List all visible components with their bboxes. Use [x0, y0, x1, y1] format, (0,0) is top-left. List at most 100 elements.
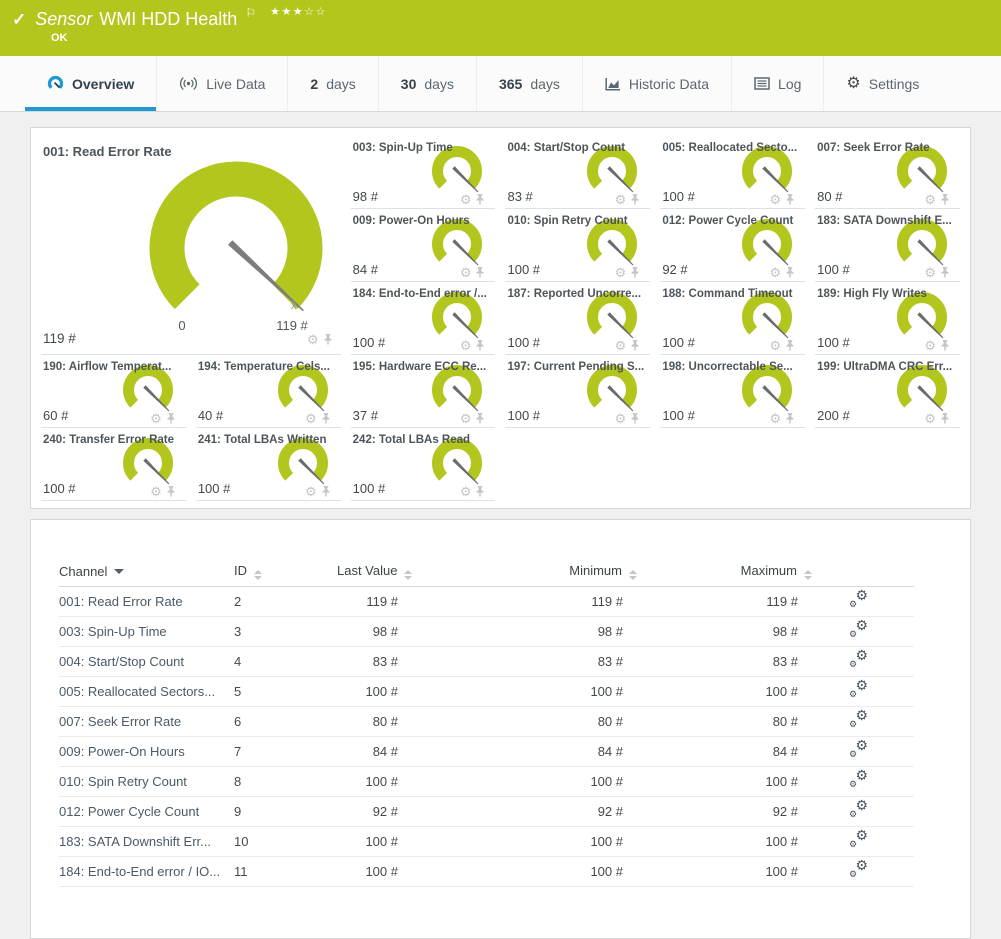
gear-icon[interactable]: ⚙	[615, 266, 627, 279]
tab-historic-data[interactable]: Historic Data	[582, 56, 731, 111]
tab-log[interactable]: Log	[731, 56, 823, 111]
gear-icon[interactable]: ⚙	[150, 485, 162, 498]
tab-30-days[interactable]: 30 days	[378, 56, 476, 111]
channel-gauge-cell: 190: Airflow Temperat... 60 # ⚙	[41, 355, 186, 428]
pin-icon[interactable]	[166, 412, 176, 425]
gear-icon[interactable]: ⚙	[770, 193, 782, 206]
channel-link[interactable]: 183: SATA Downshift Err...	[59, 826, 234, 856]
pin-icon[interactable]	[940, 339, 950, 352]
pin-icon[interactable]	[785, 266, 795, 279]
column-header-minimum[interactable]: Minimum	[412, 558, 637, 586]
pin-icon[interactable]	[475, 339, 485, 352]
channel-gauge-cell: 197: Current Pending S... 100 # ⚙	[505, 355, 650, 428]
tab-2-days[interactable]: 2 days	[287, 56, 377, 111]
channel-gauge-title: 195: Hardware ECC Re...	[353, 361, 487, 373]
channel-settings-icon[interactable]: ⚙⚙	[849, 741, 868, 758]
channel-id: 8	[234, 766, 337, 796]
sort-icon	[804, 570, 812, 580]
channel-gauge-cell: 003: Spin-Up Time 98 # ⚙	[351, 136, 496, 209]
channel-link[interactable]: 009: Power-On Hours	[59, 736, 234, 766]
pin-icon[interactable]	[321, 485, 331, 498]
priority-stars[interactable]: ★★★☆☆	[270, 5, 327, 18]
gear-icon[interactable]: ⚙	[150, 412, 162, 425]
pin-icon[interactable]	[785, 339, 795, 352]
channel-settings-icon[interactable]: ⚙⚙	[849, 681, 868, 698]
pin-icon[interactable]	[630, 193, 640, 206]
pin-icon[interactable]	[475, 193, 485, 206]
gear-icon[interactable]: ⚙	[924, 412, 936, 425]
channel-settings-icon[interactable]: ⚙⚙	[849, 801, 868, 818]
channel-settings-icon[interactable]: ⚙⚙	[849, 621, 868, 638]
channel-link[interactable]: 004: Start/Stop Count	[59, 646, 234, 676]
pin-icon[interactable]	[475, 266, 485, 279]
channel-settings-icon[interactable]: ⚙⚙	[849, 651, 868, 668]
channel-link[interactable]: 010: Spin Retry Count	[59, 766, 234, 796]
gear-icon[interactable]: ⚙	[307, 333, 319, 346]
tab-365-days[interactable]: 365 days	[476, 56, 582, 111]
channel-link[interactable]: 184: End-to-End error / IO...	[59, 856, 234, 886]
gear-icon[interactable]: ⚙	[770, 266, 782, 279]
gear-icon[interactable]: ⚙	[924, 193, 936, 206]
pin-icon[interactable]	[475, 412, 485, 425]
gear-icon[interactable]: ⚙	[460, 412, 472, 425]
column-header-id[interactable]: ID	[234, 558, 337, 586]
tab-overview[interactable]: Overview	[25, 56, 156, 111]
channel-link[interactable]: 007: Seek Error Rate	[59, 706, 234, 736]
pin-icon[interactable]	[785, 193, 795, 206]
pin-icon[interactable]	[630, 412, 640, 425]
channel-settings-icon[interactable]: ⚙⚙	[849, 591, 868, 608]
channel-gauge-cell: 195: Hardware ECC Re... 37 # ⚙	[351, 355, 496, 428]
pin-icon[interactable]	[630, 339, 640, 352]
gear-icon[interactable]: ⚙	[770, 412, 782, 425]
gauges-panel: 001: Read Error Rate 0 119 # x̄ 119 # ⚙ …	[30, 127, 971, 509]
gear-icon[interactable]: ⚙	[924, 339, 936, 352]
channel-gauge-value: 200 #	[817, 408, 850, 423]
channel-link[interactable]: 001: Read Error Rate	[59, 586, 234, 616]
column-header-channel[interactable]: Channel	[59, 558, 234, 586]
last-value: 100 #	[337, 826, 412, 856]
channel-gauge-title: 188: Command Timeout	[662, 288, 792, 300]
channel-gauge-value: 119 #	[43, 331, 76, 346]
tab-live-data[interactable]: Live Data	[156, 56, 287, 111]
channel-gauge-value: 92 #	[662, 262, 687, 277]
gear-icon[interactable]: ⚙	[770, 339, 782, 352]
gear-icon[interactable]: ⚙	[615, 193, 627, 206]
gear-icon[interactable]: ⚙	[615, 339, 627, 352]
last-value: 98 #	[337, 616, 412, 646]
gear-icon[interactable]: ⚙	[305, 412, 317, 425]
pin-icon[interactable]	[323, 333, 333, 346]
gear-icon[interactable]: ⚙	[460, 193, 472, 206]
pin-icon[interactable]	[475, 485, 485, 498]
tab-settings[interactable]: ⚙ Settings	[823, 56, 941, 111]
pin-icon[interactable]	[940, 193, 950, 206]
channel-settings-icon[interactable]: ⚙⚙	[849, 861, 868, 878]
channel-link[interactable]: 005: Reallocated Sectors...	[59, 676, 234, 706]
gear-icon[interactable]: ⚙	[305, 485, 317, 498]
gear-icon[interactable]: ⚙	[460, 266, 472, 279]
last-value: 100 #	[337, 856, 412, 886]
column-header-last-value[interactable]: Last Value	[337, 558, 412, 586]
gear-icon[interactable]: ⚙	[924, 266, 936, 279]
channels-table: Channel ID Last Value Minimum Maximum 00…	[59, 558, 914, 887]
pin-icon[interactable]	[785, 412, 795, 425]
pin-icon[interactable]	[940, 266, 950, 279]
channel-gauge-value: 100 #	[662, 335, 695, 350]
channel-settings-icon[interactable]: ⚙⚙	[849, 831, 868, 848]
priority-flag-icon[interactable]: ⚐	[245, 6, 256, 20]
channel-link[interactable]: 012: Power Cycle Count	[59, 796, 234, 826]
pin-icon[interactable]	[630, 266, 640, 279]
gear-icon[interactable]: ⚙	[460, 339, 472, 352]
column-header-maximum[interactable]: Maximum	[637, 558, 812, 586]
channel-gauge-title: 007: Seek Error Rate	[817, 142, 930, 154]
channel-link[interactable]: 003: Spin-Up Time	[59, 616, 234, 646]
channel-settings-icon[interactable]: ⚙⚙	[849, 771, 868, 788]
channel-settings-icon[interactable]: ⚙⚙	[849, 711, 868, 728]
pin-icon[interactable]	[166, 485, 176, 498]
minimum-value: 84 #	[412, 736, 637, 766]
pin-icon[interactable]	[940, 412, 950, 425]
channel-id: 3	[234, 616, 337, 646]
sensor-type-label: Sensor	[35, 9, 92, 30]
gear-icon[interactable]: ⚙	[460, 485, 472, 498]
gear-icon[interactable]: ⚙	[615, 412, 627, 425]
pin-icon[interactable]	[321, 412, 331, 425]
